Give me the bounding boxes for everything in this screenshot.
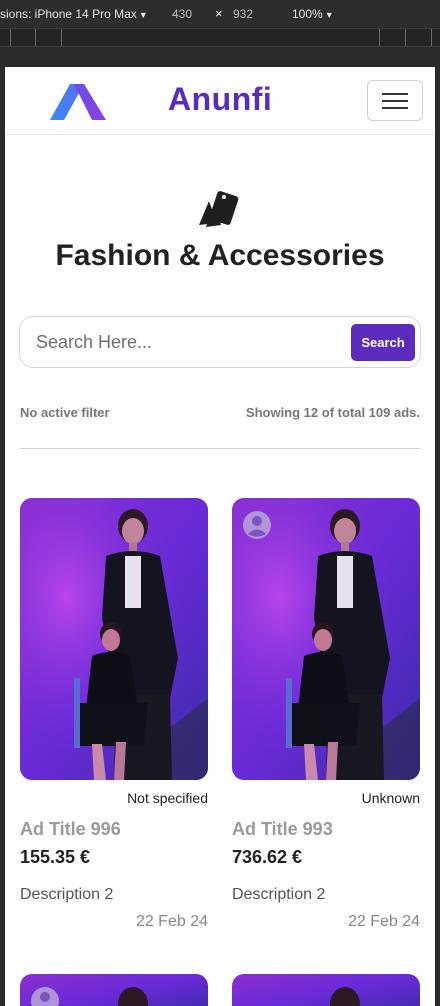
ad-card[interactable]: Unknown Ad Title 993 736.62 € Descriptio…: [232, 498, 420, 938]
ad-card-next[interactable]: [232, 974, 420, 1006]
ad-title[interactable]: Ad Title 996: [20, 819, 121, 840]
ad-photo[interactable]: [20, 498, 208, 780]
search-input[interactable]: [36, 327, 336, 357]
navbar: Anunfi: [5, 67, 435, 135]
menu-toggle-button[interactable]: [367, 80, 423, 121]
page-viewport: Anunfi Fashion & Accessories Search No a…: [5, 67, 435, 1006]
brand-name[interactable]: Anunfi: [168, 81, 272, 118]
ad-price: 155.35 €: [20, 847, 91, 867]
ad-description: Description 2: [20, 886, 114, 903]
devtools-toolbar: sions: iPhone 14 Pro Max ▼ 430 × 932 100%…: [0, 0, 440, 28]
anunfi-logo-icon[interactable]: [48, 82, 108, 122]
ad-photo[interactable]: [232, 498, 420, 780]
ad-price: 736.62 €: [232, 847, 303, 867]
dimension-separator: ×: [215, 6, 223, 21]
media-query-ruler: [0, 28, 440, 47]
search-bar: Search: [19, 316, 421, 368]
ad-date: 22 Feb 24: [347, 913, 420, 930]
fashion-tag-icon: [199, 191, 239, 227]
results-count: Showing 12 of total 109 ads.: [245, 405, 420, 420]
ad-card[interactable]: Not specified Ad Title 996 155.35 € Desc…: [20, 498, 208, 938]
search-button[interactable]: Search: [351, 324, 415, 361]
zoom-selector[interactable]: 100% ▼: [292, 7, 334, 21]
viewport-height-field[interactable]: 932: [233, 7, 253, 21]
hamburger-menu-icon: [382, 93, 408, 95]
ad-description: Description 2: [232, 886, 326, 903]
ad-condition: Not specified: [127, 790, 208, 806]
device-selector[interactable]: sions: iPhone 14 Pro Max ▼: [0, 7, 148, 21]
viewport-width-field[interactable]: 430: [172, 7, 192, 21]
divider: [20, 448, 420, 449]
user-avatar-icon[interactable]: [242, 510, 272, 540]
active-filter-status: No active filter: [20, 405, 110, 420]
ad-condition: Unknown: [361, 790, 420, 806]
page-title: Fashion & Accessories: [55, 239, 385, 272]
ad-date: 22 Feb 24: [135, 913, 208, 930]
viewport-margin-right: [435, 47, 440, 1006]
ad-card-next[interactable]: [20, 974, 208, 1006]
ad-title[interactable]: Ad Title 993: [232, 819, 333, 840]
